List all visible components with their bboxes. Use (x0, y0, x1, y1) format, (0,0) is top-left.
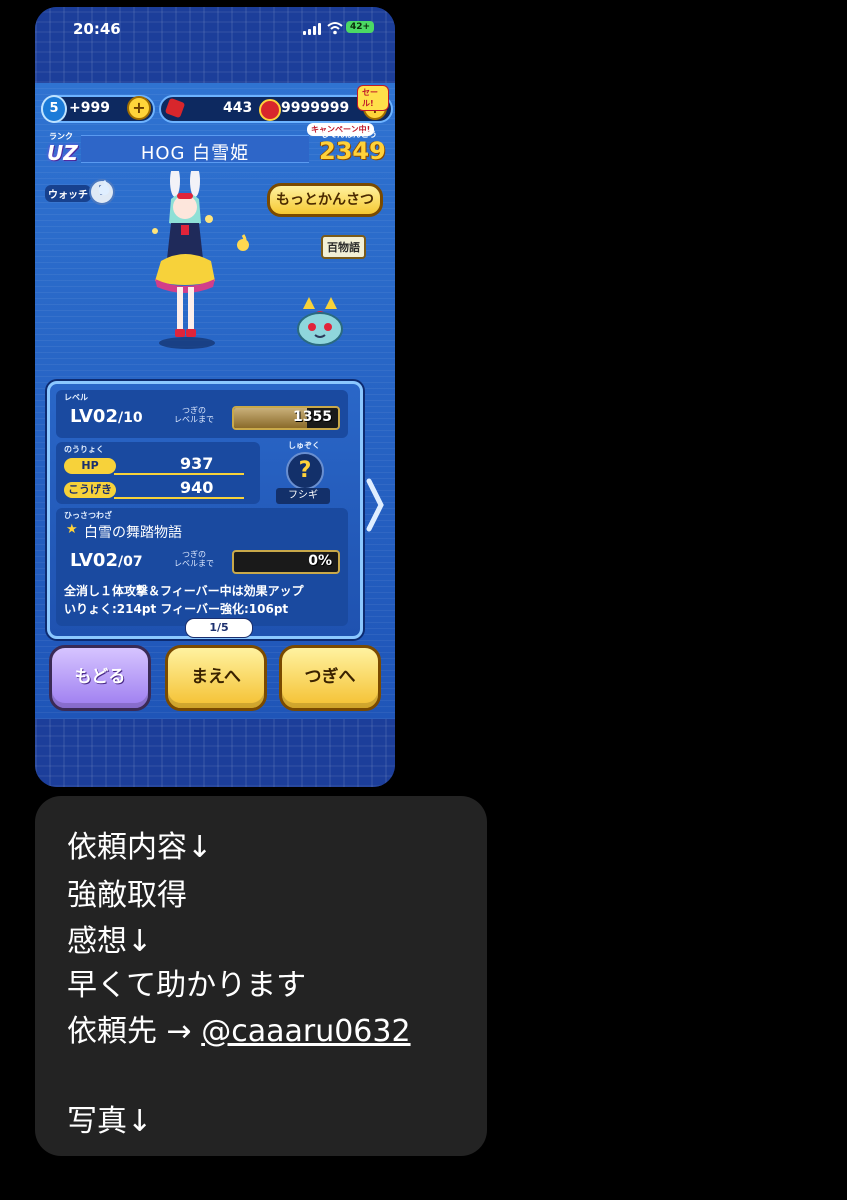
coin-icon (259, 99, 281, 121)
skill-next-label-2: レベルまで (174, 559, 214, 568)
exp-bar: 1355 (232, 406, 340, 430)
message-line: 感想↓ (67, 924, 153, 959)
back-button[interactable]: もどる (49, 645, 151, 711)
requestee-label: 依頼先 → (67, 1014, 202, 1049)
message-line: 強敵取得 (67, 878, 187, 913)
spirit-flame-icon (98, 180, 110, 196)
next-level-label: つぎの レベルまで (174, 406, 214, 424)
message-line: 写真↓ (67, 1104, 153, 1139)
page-indicator: 1/5 (185, 618, 253, 638)
skill-level-number: LV02 (70, 550, 118, 571)
attack-value: 940 (180, 478, 214, 497)
battery-indicator: 42+ (346, 21, 375, 33)
wifi-icon (327, 22, 343, 35)
count-badge: 5 (41, 95, 67, 123)
points-pill: 5 +999 + (41, 95, 155, 123)
message-bubble: 依頼内容↓ 強敵取得 感想↓ 早くて助かります 依頼先 → @caaaru063… (35, 796, 487, 1156)
skill-name: 白雪の舞踏物語 (84, 525, 182, 541)
title-band: HOG 白雪姫 (81, 135, 309, 164)
add-points-button[interactable]: + (127, 96, 151, 120)
next-label-2: レベルまで (174, 415, 214, 424)
species-name: フシギ (276, 488, 330, 504)
items-value: 443 (223, 100, 253, 116)
level-label: レベル (64, 393, 88, 402)
skill-progress-bar: 0% (232, 550, 340, 574)
exp-to-next: 1355 (293, 409, 332, 425)
spirit-flame-icon (237, 234, 249, 251)
watch-label: ウォッチ (45, 185, 91, 202)
character-illustration (152, 171, 215, 349)
hp-tag: HP (64, 458, 116, 474)
dex-number-badge: じてんばんごう 2349 (315, 129, 386, 169)
sale-badge: セール! (357, 85, 389, 111)
signal-icon (303, 23, 321, 35)
character-name: HOG 白雪姫 (140, 143, 250, 164)
skill-next-label-1: つぎの (182, 550, 206, 559)
level-value: LV02/10 (70, 406, 143, 427)
game-screenshot: 20:46 42+ 5 +999 + 443 9999999 + (35, 7, 395, 787)
bottom-pattern (35, 719, 395, 787)
next-label-1: つぎの (182, 406, 206, 415)
skill-description-2: いりょく:214pt フィーバー強化:106pt (64, 602, 289, 616)
points-value: +999 (69, 100, 110, 116)
species-box: しゅぞく ? フシギ (270, 440, 336, 504)
prev-button[interactable]: まえへ (165, 645, 267, 711)
attack-underline (114, 497, 244, 499)
currency-bar: 5 +999 + 443 9999999 + セール! (39, 85, 393, 123)
skill-progress-text: 0% (308, 553, 332, 569)
rank-badge: ランク UZ (43, 131, 83, 167)
message-line: 早くて助かります (67, 968, 307, 1003)
status-bar: 20:46 42+ (35, 7, 395, 47)
level-number: LV02 (70, 406, 118, 427)
skill-level-max: /07 (117, 554, 143, 570)
coins-value: 9999999 (281, 100, 350, 116)
skill-description-1: 全消し１体攻撃＆フィーバー中は効果アップ (64, 584, 304, 598)
status-time: 20:46 (73, 20, 121, 38)
mention-link[interactable]: @caaaru0632 (201, 1014, 410, 1049)
mystery-tribe-icon: ? (286, 452, 324, 490)
level-row: レベル LV02/10 つぎの レベルまで 1355 (56, 390, 348, 438)
message-line: 依頼内容↓ (67, 830, 213, 865)
hp-value: 937 (180, 454, 214, 473)
header: ランク UZ HOG 白雪姫 じてんばんごう 2349 (35, 127, 395, 171)
hp-underline (114, 473, 244, 475)
next-button[interactable]: つぎへ (279, 645, 381, 711)
star-icon: ★ (66, 522, 78, 537)
status-panel: レベル LV02/10 つぎの レベルまで 1355 のうりょく HP 937 こ… (47, 381, 363, 639)
game-panel: 5 +999 + 443 9999999 + セール! キャンペーン中! ランク… (35, 83, 395, 719)
dex-number: 2349 (319, 137, 386, 165)
attack-tag: こうげき (64, 482, 116, 498)
stats-row: のうりょく HP 937 こうげき 940 (56, 442, 260, 504)
next-page-arrow-icon[interactable] (363, 475, 387, 535)
skill-label: ひっさつわざ (64, 511, 112, 520)
species-label: しゅぞく (288, 441, 320, 450)
level-max: /10 (117, 410, 143, 426)
skill-row: ひっさつわざ ★ 白雪の舞踏物語 LV02/07 つぎの レベルまで 0% 全消し… (56, 508, 348, 626)
item-icon (164, 97, 186, 119)
tribe-tag: 百物語 (321, 235, 366, 259)
companion-icon (297, 297, 343, 346)
skill-next-label: つぎの レベルまで (174, 550, 214, 568)
rank-value: UZ (47, 141, 78, 165)
skill-level: LV02/07 (70, 550, 143, 571)
message-line: 依頼先 → @caaaru0632 (67, 1006, 411, 1050)
stats-label: のうりょく (64, 445, 104, 454)
observe-more-button[interactable]: もっとかんさつ (267, 183, 383, 217)
